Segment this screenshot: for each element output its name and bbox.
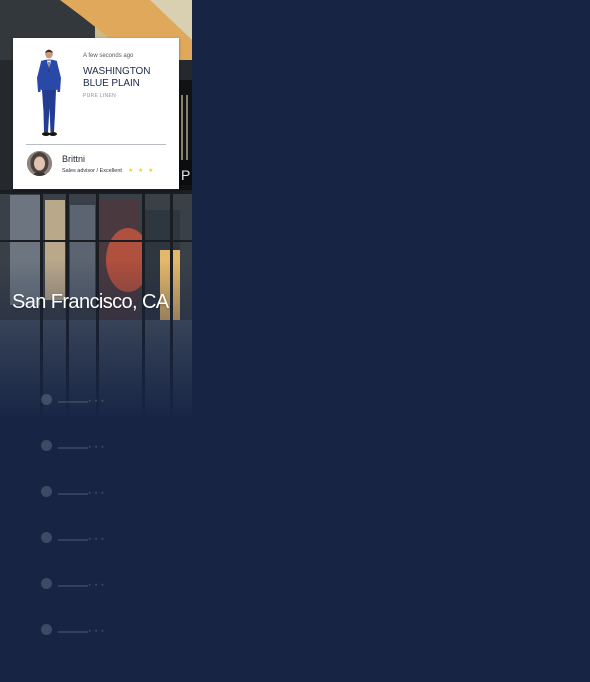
feed-row[interactable]: ★ ★ ★ <box>41 578 121 592</box>
feed-line <box>58 493 88 495</box>
feed-line <box>58 585 88 587</box>
feed-stars: ★ ★ ★ <box>88 398 105 403</box>
feed-stars: ★ ★ ★ <box>88 444 105 449</box>
feed-row[interactable]: ★ ★ ★ <box>41 532 121 546</box>
feed-avatar <box>41 532 52 543</box>
feed-avatar <box>41 394 52 405</box>
feed-avatar <box>41 578 52 589</box>
activity-feed: ★ ★ ★ ★ ★ ★ ★ ★ ★ ★ ★ ★ ★ ★ ★ ★ ★ ★ <box>0 0 192 682</box>
feed-stars: ★ ★ ★ <box>88 582 105 587</box>
feed-avatar <box>41 486 52 497</box>
store-panel: P A few seconds ago WASHINGTON BLUE PLAI… <box>0 0 192 682</box>
feed-row[interactable]: ★ ★ ★ <box>41 440 121 454</box>
feed-line <box>58 447 88 449</box>
feed-avatar <box>41 624 52 635</box>
feed-stars: ★ ★ ★ <box>88 628 105 633</box>
app-stage: P A few seconds ago WASHINGTON BLUE PLAI… <box>0 0 590 682</box>
feed-avatar <box>41 440 52 451</box>
feed-stars: ★ ★ ★ <box>88 490 105 495</box>
feed-line <box>58 631 88 633</box>
feed-line <box>58 401 88 403</box>
feed-row[interactable]: ★ ★ ★ <box>41 624 121 638</box>
feed-stars: ★ ★ ★ <box>88 536 105 541</box>
feed-row[interactable]: ★ ★ ★ <box>41 394 121 408</box>
feed-row[interactable]: ★ ★ ★ <box>41 486 121 500</box>
feed-line <box>58 539 88 541</box>
